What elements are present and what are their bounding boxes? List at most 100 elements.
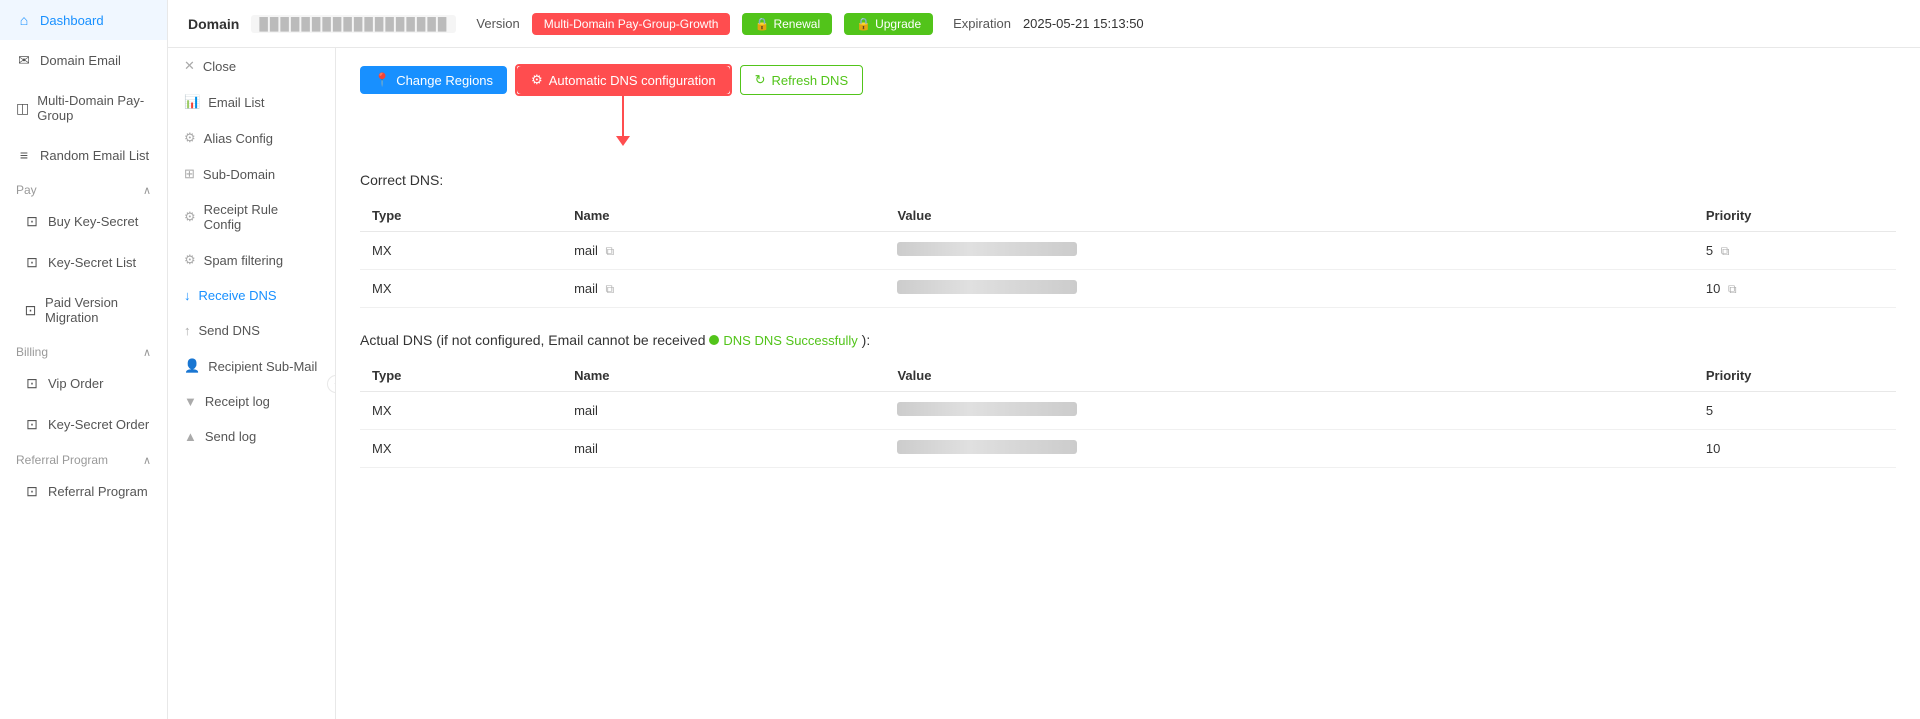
sidebar-item-multi-domain[interactable]: ◫ Multi-Domain Pay-Group [0, 81, 167, 135]
main-area: Domain ██████████████████ Version Multi-… [168, 0, 1920, 719]
sub-item-email-list[interactable]: 📊 Email List [168, 84, 335, 120]
correct-dns-type-2: MX [360, 270, 562, 308]
correct-dns-col-value: Value [885, 200, 1693, 232]
dashboard-icon: ⌂ [16, 12, 32, 28]
table-row: MX mail 5 [360, 392, 1896, 430]
sub-item-receipt-rule[interactable]: ⚙ Receipt Rule Config [168, 192, 335, 242]
sidebar-sub-billing: ⊡ Vip Order ⊡ Key-Secret Order [0, 363, 167, 445]
auto-dns-highlight: ⚙ Automatic DNS configuration [515, 64, 732, 96]
chevron-up-icon: ∧ [143, 184, 151, 197]
copy-priority-2[interactable]: ⧉ [1728, 282, 1737, 296]
receipt-log-icon: ▼ [184, 394, 197, 409]
spam-icon: ⚙ [184, 252, 196, 268]
sub-item-receive-dns[interactable]: ↓ Receive DNS [168, 278, 335, 313]
sidebar-item-dashboard[interactable]: ⌂ Dashboard [0, 0, 167, 40]
sidebar: ⌂ Dashboard ✉ Domain Email ◫ Multi-Domai… [0, 0, 168, 719]
sidebar-item-key-secret-order[interactable]: ⊡ Key-Secret Order [8, 404, 167, 445]
arrow-indicator [616, 96, 630, 146]
sub-item-spam-filtering[interactable]: ⚙ Spam filtering [168, 242, 335, 278]
actual-dns-value-1 [885, 392, 1693, 430]
expiration-label: Expiration [953, 16, 1011, 31]
sub-domain-icon: ⊞ [184, 166, 195, 182]
blurred-value-2 [897, 280, 1077, 294]
copy-icon-2[interactable]: ⧉ [606, 282, 615, 296]
arrow-line [622, 96, 624, 136]
buy-key-icon: ⊡ [24, 213, 40, 230]
refresh-icon: ↻ [755, 72, 766, 88]
sidebar-group-referral[interactable]: Referral Program ∧ [0, 445, 167, 471]
correct-dns-col-name: Name [562, 200, 885, 232]
paid-version-icon: ⊡ [24, 302, 37, 319]
multi-domain-icon: ◫ [16, 100, 29, 117]
sub-item-send-log[interactable]: ▲ Send log [168, 419, 335, 454]
actual-dns-col-value: Value [885, 360, 1693, 392]
sub-item-alias-config[interactable]: ⚙ Alias Config [168, 120, 335, 156]
key-list-icon: ⊡ [24, 254, 40, 271]
copy-icon-1[interactable]: ⧉ [606, 244, 615, 258]
sub-item-receipt-log[interactable]: ▼ Receipt log [168, 384, 335, 419]
actual-dns-col-priority: Priority [1694, 360, 1896, 392]
sidebar-sub-pay: ⊡ Buy Key-Secret ⊡ Key-Secret List ⊡ Pai… [0, 201, 167, 337]
email-icon: ✉ [16, 52, 32, 69]
close-icon: ✕ [184, 58, 195, 74]
actual-dns-type-2: MX [360, 430, 562, 468]
correct-dns-value-1 [885, 232, 1693, 270]
correct-dns-priority-2: 10 ⧉ [1694, 270, 1896, 308]
actual-dns-priority-1: 5 [1694, 392, 1896, 430]
sidebar-item-paid-version[interactable]: ⊡ Paid Version Migration [8, 283, 167, 337]
version-label: Version [476, 16, 519, 31]
chevron-up-referral-icon: ∧ [143, 454, 151, 467]
table-row: MX mail ⧉ 5 ⧉ [360, 232, 1896, 270]
sub-item-close[interactable]: ✕ Close [168, 48, 335, 84]
sidebar-item-buy-key-secret[interactable]: ⊡ Buy Key-Secret [8, 201, 167, 242]
sidebar-item-domain-email[interactable]: ✉ Domain Email [0, 40, 167, 81]
actual-blurred-value-2 [897, 440, 1077, 454]
table-row: MX mail 10 [360, 430, 1896, 468]
sub-item-sub-domain[interactable]: ⊞ Sub-Domain [168, 156, 335, 192]
lock-icon: 🔒 [754, 17, 769, 31]
correct-dns-type-1: MX [360, 232, 562, 270]
renewal-button[interactable]: 🔒 Renewal [742, 13, 832, 35]
correct-dns-priority-1: 5 ⧉ [1694, 232, 1896, 270]
recipient-icon: 👤 [184, 358, 200, 374]
chevron-up-billing-icon: ∧ [143, 346, 151, 359]
sidebar-group-pay[interactable]: Pay ∧ [0, 175, 167, 201]
sub-item-recipient-sub-mail[interactable]: 👤 Recipient Sub-Mail [168, 348, 335, 384]
correct-dns-table: Type Name Value Priority MX mail ⧉ 5 ⧉ [360, 200, 1896, 308]
domain-value: ██████████████████ [251, 15, 456, 33]
change-regions-button[interactable]: 📍 Change Regions [360, 66, 507, 94]
sub-sidebar: ‹ ✕ Close 📊 Email List ⚙ Alias Config ⊞ … [168, 48, 336, 719]
correct-dns-name-2: mail ⧉ [562, 270, 885, 308]
auto-dns-button[interactable]: ⚙ Automatic DNS configuration [517, 66, 730, 94]
dns-success-badge: DNS DNS Successfully [709, 333, 857, 348]
sidebar-group-billing[interactable]: Billing ∧ [0, 337, 167, 363]
actual-dns-title: Actual DNS (if not configured, Email can… [360, 332, 1896, 348]
blurred-value-1 [897, 242, 1077, 256]
correct-dns-header-row: Type Name Value Priority [360, 200, 1896, 232]
sub-item-send-dns[interactable]: ↑ Send DNS [168, 313, 335, 348]
sidebar-item-referral-program[interactable]: ⊡ Referral Program [8, 471, 167, 512]
referral-icon: ⊡ [24, 483, 40, 500]
send-log-icon: ▲ [184, 429, 197, 444]
upgrade-button[interactable]: 🔒 Upgrade [844, 13, 933, 35]
upgrade-icon: 🔒 [856, 17, 871, 31]
copy-priority-1[interactable]: ⧉ [1721, 244, 1730, 258]
header: Domain ██████████████████ Version Multi-… [168, 0, 1920, 48]
receipt-rule-icon: ⚙ [184, 209, 196, 225]
sidebar-item-vip-order[interactable]: ⊡ Vip Order [8, 363, 167, 404]
sidebar-item-key-secret-list[interactable]: ⊡ Key-Secret List [8, 242, 167, 283]
actual-dns-header-row: Type Name Value Priority [360, 360, 1896, 392]
correct-dns-section: Correct DNS: Type Name Value Priority MX [360, 172, 1896, 308]
table-row: MX mail ⧉ 10 ⧉ [360, 270, 1896, 308]
version-button[interactable]: Multi-Domain Pay-Group-Growth [532, 13, 731, 35]
success-dot [709, 335, 719, 345]
main-content: 📍 Change Regions ⚙ Automatic DNS configu… [336, 48, 1920, 719]
correct-dns-name-1: mail ⧉ [562, 232, 885, 270]
actual-dns-type-1: MX [360, 392, 562, 430]
sidebar-item-random-email[interactable]: ≡ Random Email List [0, 135, 167, 175]
refresh-dns-button[interactable]: ↻ Refresh DNS [740, 65, 863, 95]
expiration-value: 2025-05-21 15:13:50 [1023, 16, 1144, 31]
content-wrapper: ‹ ✕ Close 📊 Email List ⚙ Alias Config ⊞ … [168, 48, 1920, 719]
vip-icon: ⊡ [24, 375, 40, 392]
actual-dns-col-name: Name [562, 360, 885, 392]
